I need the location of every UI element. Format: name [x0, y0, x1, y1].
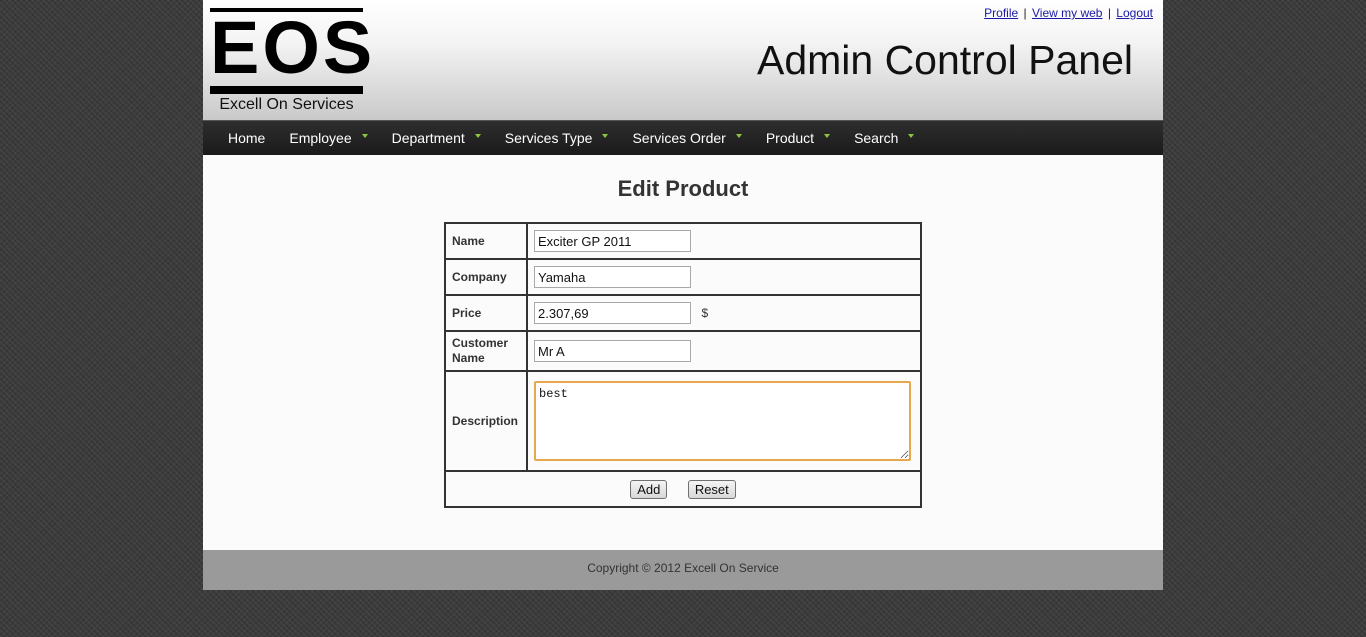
form-row-price: Price $ [444, 294, 922, 332]
form-row-description: Description best [444, 370, 922, 472]
nav-label: Home [228, 130, 266, 146]
add-button[interactable]: Add [630, 479, 668, 499]
nav-item-employee[interactable]: Employee [277, 121, 379, 155]
form-row-company: Company [444, 258, 922, 296]
reset-button[interactable]: Reset [687, 479, 736, 499]
form-row-name: Name [444, 222, 922, 260]
logo-bottom-bar [210, 86, 363, 94]
form-row-buttons: Add Reset [444, 470, 922, 508]
nav-item-home[interactable]: Home [216, 121, 277, 155]
page-title: Edit Product [617, 176, 749, 201]
nav-label: Search [854, 130, 899, 146]
chevron-down-icon [361, 134, 368, 138]
logo-tagline: Excell On Services [219, 96, 354, 113]
page-container: EOS Excell On Services Profile | View my… [203, 0, 1163, 590]
view-my-web-link[interactable]: View my web [1032, 6, 1102, 20]
nav-label: Department [391, 130, 465, 146]
header: EOS Excell On Services Profile | View my… [203, 0, 1163, 120]
logout-link[interactable]: Logout [1116, 6, 1153, 20]
nav-item-department[interactable]: Department [380, 121, 493, 155]
form-row-customer: Customer Name [444, 330, 922, 372]
chevron-down-icon [824, 134, 831, 138]
description-label: Description [444, 370, 528, 472]
nav-item-search[interactable]: Search [842, 121, 926, 155]
link-separator: | [1107, 6, 1111, 20]
nav-item-services-type[interactable]: Services Type [493, 121, 621, 155]
chevron-down-icon [735, 134, 742, 138]
price-label: Price [444, 294, 528, 332]
nav-label: Product [765, 130, 815, 146]
user-links: Profile | View my web | Logout [984, 6, 1153, 20]
name-label: Name [444, 222, 528, 260]
chevron-down-icon [474, 134, 481, 138]
copyright-text: Copyright © 2012 Excell On Service [587, 561, 779, 575]
edit-product-form: Name Company Price $ Customer Name Descr… [444, 222, 922, 508]
price-input[interactable] [534, 302, 691, 324]
nav-item-product[interactable]: Product [754, 121, 842, 155]
company-label: Company [444, 258, 528, 296]
customer-name-label: Customer Name [444, 330, 528, 372]
company-input[interactable] [534, 266, 691, 288]
currency-unit: $ [701, 306, 709, 320]
logo-letters: EOS [210, 6, 376, 89]
footer: Copyright © 2012 Excell On Service [203, 550, 1163, 590]
site-title: Admin Control Panel [756, 37, 1133, 83]
name-input[interactable] [534, 230, 691, 252]
description-textarea[interactable]: best [534, 381, 911, 461]
eos-logo: EOS Excell On Services [210, 6, 376, 115]
chevron-down-icon [908, 134, 915, 138]
nav-label: Employee [289, 130, 352, 146]
nav-label: Services Type [504, 130, 593, 146]
chevron-down-icon [602, 134, 609, 138]
nav-item-services-order[interactable]: Services Order [620, 121, 753, 155]
main-nav: Home Employee Department Services Type S… [203, 120, 1163, 155]
profile-link[interactable]: Profile [984, 6, 1018, 20]
link-separator: | [1023, 6, 1027, 20]
nav-label: Services Order [632, 130, 726, 146]
customer-name-input[interactable] [534, 340, 691, 362]
